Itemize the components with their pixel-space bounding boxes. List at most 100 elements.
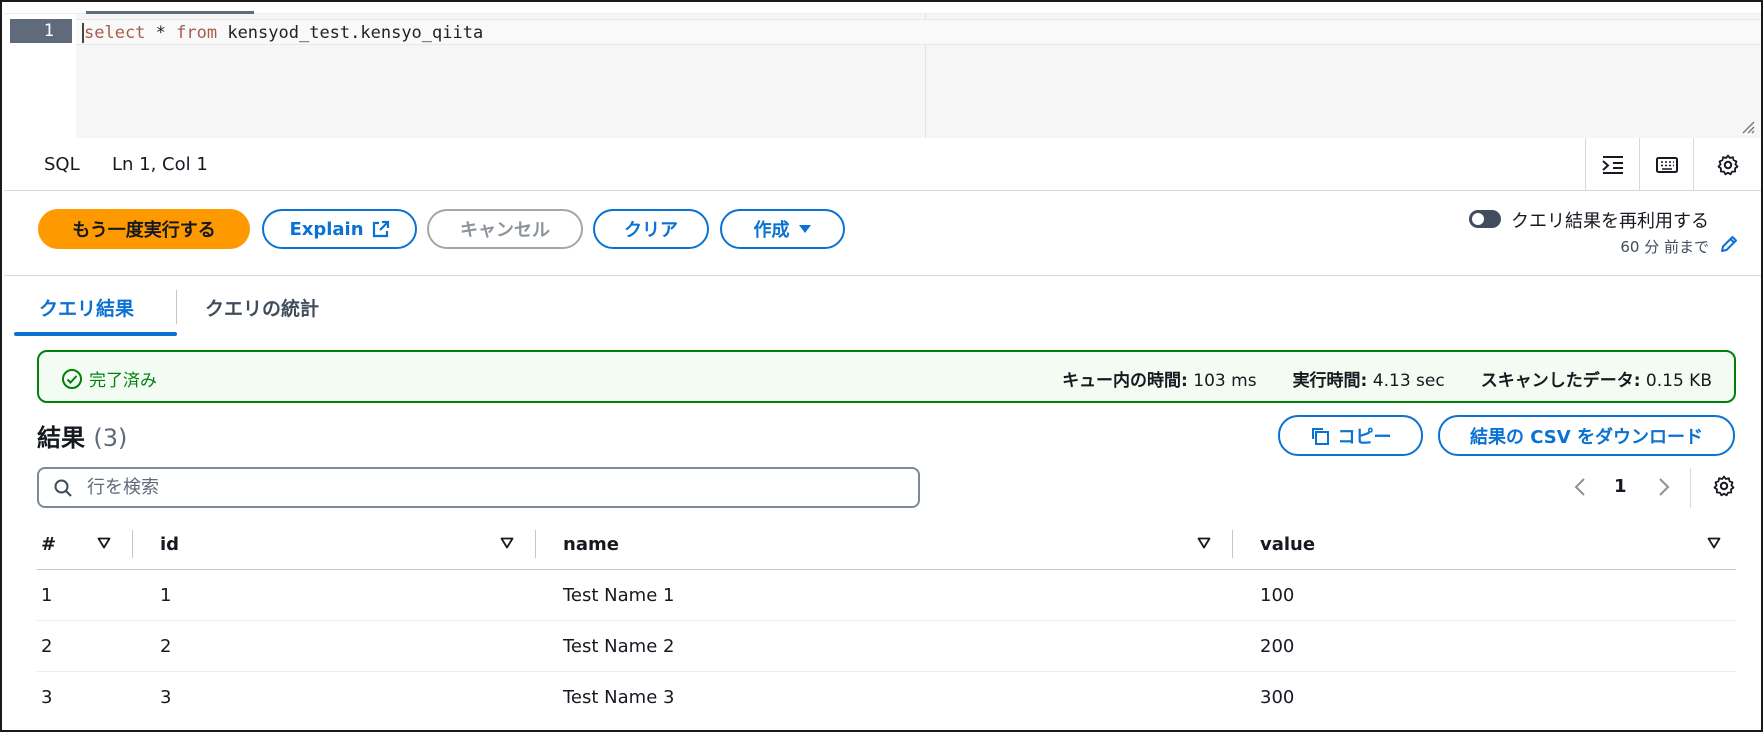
scanned-data-label: スキャンしたデータ: [1480, 371, 1641, 391]
table-header: # id name value [37, 520, 1736, 570]
column-header-name[interactable]: name [563, 534, 619, 555]
tab-query-results[interactable]: クエリ結果 [39, 294, 134, 321]
cell-value: 100 [1260, 585, 1295, 606]
search-icon [54, 479, 72, 497]
exec-time-label: 実行時間: [1292, 371, 1368, 391]
code-area[interactable]: select * from kensyod_test.kensyo_qiita [76, 14, 1761, 138]
code-text[interactable]: select * from kensyod_test.kensyo_qiita [84, 22, 483, 44]
keyboard-icon [1655, 156, 1678, 173]
sort-icon[interactable] [500, 537, 514, 549]
resize-grip-icon[interactable] [1739, 118, 1755, 134]
create-dropdown-button[interactable]: 作成 [720, 209, 845, 249]
reuse-results-toggle[interactable] [1469, 210, 1501, 228]
search-input[interactable] [87, 469, 907, 506]
pager-divider [1690, 468, 1691, 508]
check-circle-icon [62, 368, 82, 389]
clear-button[interactable]: クリア [593, 209, 709, 249]
sort-icon[interactable] [1197, 537, 1211, 549]
run-again-button[interactable]: もう一度実行する [38, 209, 250, 249]
table-row[interactable]: 1 1 Test Name 1 100 [37, 570, 1736, 621]
row-search-field[interactable] [37, 467, 920, 508]
column-header-id[interactable]: id [160, 534, 179, 555]
cell-value: 200 [1260, 636, 1295, 657]
results-table: # id name value 1 1 Test Name 1 100 2 2 … [37, 520, 1736, 723]
keyword-from: from [176, 23, 218, 43]
cell-index: 3 [41, 687, 53, 708]
language-label: SQL [44, 154, 80, 175]
explain-button[interactable]: Explain [262, 209, 417, 249]
status-indicator: 完了済み [61, 366, 157, 391]
toggle-knob [1472, 213, 1484, 225]
column-resizer[interactable] [535, 530, 536, 558]
download-csv-button[interactable]: 結果の CSV をダウンロード [1438, 415, 1735, 456]
explain-label: Explain [289, 218, 364, 240]
status-text: 完了済み [89, 371, 157, 391]
code-table-name: kensyod_test.kensyo_qiita [217, 23, 484, 43]
reuse-results-label: クエリ結果を再利用する [1511, 211, 1709, 232]
cell-index: 1 [41, 585, 53, 606]
sort-icon[interactable] [97, 537, 111, 549]
indent-icon [1601, 155, 1623, 174]
cell-index: 2 [41, 636, 53, 657]
cell-id: 1 [160, 585, 172, 606]
tab-divider [176, 290, 177, 324]
keyword-select: select [84, 23, 146, 43]
scanned-data: スキャンしたデータ: 0.15 KB [1481, 366, 1712, 391]
table-row[interactable]: 2 2 Test Name 2 200 [37, 621, 1736, 672]
cell-name: Test Name 1 [563, 585, 675, 606]
column-header-value[interactable]: value [1260, 534, 1315, 555]
reuse-results-control: クエリ結果を再利用する 60 分 前まで [1469, 205, 1739, 261]
cell-value: 300 [1260, 687, 1295, 708]
active-tab-underline [14, 332, 177, 336]
queue-time-value: 103 ms [1193, 371, 1257, 391]
exec-time: 実行時間: 4.13 sec [1293, 366, 1445, 391]
current-page[interactable]: 1 [1614, 476, 1627, 497]
result-tabs: クエリ結果 クエリの統計 [4, 276, 1761, 338]
cell-name: Test Name 2 [563, 636, 675, 657]
copy-button[interactable]: コピー [1278, 415, 1423, 456]
sql-editor[interactable]: 1 select * from kensyod_test.kensyo_qiit… [4, 4, 1761, 138]
line-number: 1 [10, 19, 72, 43]
results-count: (3) [93, 424, 128, 452]
results-heading: 結果 (3) [37, 418, 127, 453]
scanned-data-value: 0.15 KB [1645, 371, 1712, 391]
code-star: * [145, 23, 177, 43]
editor-status-bar: SQL Ln 1, Col 1 [4, 138, 1761, 191]
column-header-index[interactable]: # [41, 534, 56, 555]
query-actions: もう一度実行する Explain キャンセル クリア 作成 クエリ結果を再利用す… [4, 191, 1761, 276]
editor-settings-button[interactable] [1693, 138, 1761, 191]
chevron-left-icon[interactable] [1572, 476, 1588, 498]
column-resizer[interactable] [1232, 530, 1233, 558]
cancel-button[interactable]: キャンセル [427, 209, 583, 249]
queue-time-label: キュー内の時間: [1062, 371, 1188, 391]
create-label: 作成 [753, 220, 790, 241]
editor-gutter: 1 [4, 14, 76, 138]
queue-time: キュー内の時間: 103 ms [1062, 366, 1257, 391]
keyboard-shortcuts-button[interactable] [1639, 138, 1693, 191]
results-title: 結果 [37, 424, 85, 452]
query-metrics: キュー内の時間: 103 ms 実行時間: 4.13 sec スキャンしたデータ… [1062, 366, 1712, 391]
gear-icon [1717, 154, 1738, 175]
sort-icon[interactable] [1707, 537, 1721, 549]
cell-id: 3 [160, 687, 172, 708]
reuse-duration: 60 分 前まで [1620, 238, 1709, 256]
pencil-icon[interactable] [1719, 234, 1739, 254]
caret-down-icon [798, 225, 811, 233]
format-indent-button[interactable] [1585, 138, 1639, 191]
cell-id: 2 [160, 636, 172, 657]
query-status-alert: 完了済み キュー内の時間: 103 ms 実行時間: 4.13 sec スキャン… [37, 350, 1736, 403]
pagination: 1 [1572, 468, 1742, 508]
query-editor-window: 1 select * from kensyod_test.kensyo_qiit… [0, 0, 1763, 732]
active-code-line[interactable]: select * from kensyod_test.kensyo_qiita [76, 19, 1761, 45]
column-resizer[interactable] [132, 530, 133, 558]
chevron-right-icon[interactable] [1656, 476, 1672, 498]
copy-label: コピー [1337, 426, 1392, 448]
gear-icon[interactable] [1712, 474, 1736, 498]
cursor-position: Ln 1, Col 1 [112, 154, 208, 175]
table-row[interactable]: 3 3 Test Name 3 300 [37, 672, 1736, 723]
tab-query-stats[interactable]: クエリの統計 [205, 294, 319, 321]
editor-tab-strip [4, 4, 1761, 14]
external-link-icon [372, 220, 389, 238]
exec-time-value: 4.13 sec [1372, 371, 1445, 391]
cell-name: Test Name 3 [563, 687, 675, 708]
